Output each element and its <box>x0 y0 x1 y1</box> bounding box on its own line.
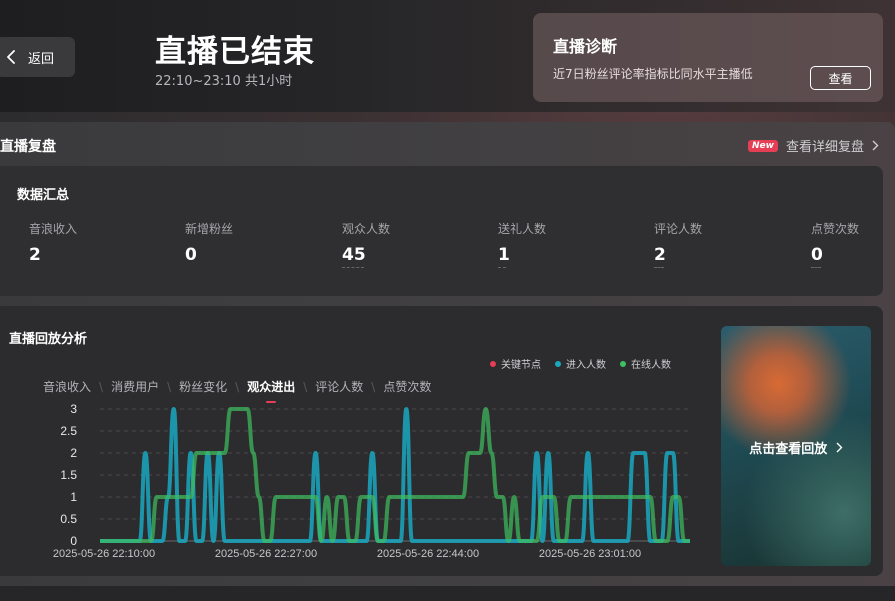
metric-underline <box>654 267 664 268</box>
metric-label: 点赞次数 <box>811 222 860 236</box>
x-tick-label: 2025-05-26 22:10:00 <box>53 548 155 560</box>
replay-analysis-title: 直播回放分析 <box>9 332 88 347</box>
back-label: 返回 <box>28 51 55 67</box>
legend-item-online[interactable]: 在线人数 <box>620 356 671 371</box>
legend-item-key-node[interactable]: 关键节点 <box>490 356 541 371</box>
y-tick-label: 2.5 <box>60 424 77 438</box>
replay-thumbnail-card[interactable]: 点击查看回放 <box>721 326 871 566</box>
metric-viewers[interactable]: 观众人数 45 <box>342 220 390 268</box>
x-tick-label: 2025-05-26 22:27:00 <box>215 548 317 560</box>
legend-label: 进入人数 <box>566 360 606 371</box>
y-tick-label: 3 <box>70 402 77 416</box>
metric-value: 2 <box>654 245 666 265</box>
x-tick-label: 2025-05-26 23:01:00 <box>539 548 641 560</box>
metric-label: 音浪收入 <box>29 222 78 236</box>
legend-label: 在线人数 <box>631 360 671 371</box>
data-summary-title: 数据汇总 <box>17 188 70 203</box>
diagnosis-card: 直播诊断 近7日粉丝评论率指标比同水平主播低 查看 <box>533 13 883 102</box>
metric-label: 观众人数 <box>342 222 391 236</box>
tab-separator: \ <box>167 379 172 394</box>
metric-new-fans: 新增粉丝 0 <box>185 220 233 265</box>
metric-value: 2 <box>29 245 41 265</box>
metric-value: 1 <box>498 245 510 265</box>
live-status-title: 直播已结束 <box>155 34 315 70</box>
metric-underline <box>342 267 364 268</box>
tab-likes[interactable]: 点赞次数 <box>383 378 431 395</box>
legend-dot <box>555 360 561 367</box>
metric-sound-wave-income: 音浪收入 2 <box>29 220 77 265</box>
metric-underline <box>498 267 506 268</box>
chevron-left-icon <box>7 50 15 64</box>
tab-sound-wave-income[interactable]: 音浪收入 <box>43 378 91 395</box>
metric-label: 评论人数 <box>654 222 703 236</box>
metric-value: 45 <box>342 245 366 265</box>
x-tick-label: 2025-05-26 22:44:00 <box>377 548 479 560</box>
tab-separator: \ <box>371 379 376 394</box>
y-tick-label: 0.5 <box>60 512 77 526</box>
back-button[interactable]: 返回 <box>0 37 75 77</box>
detailed-review-link[interactable]: New 查看详细复盘 <box>748 136 879 155</box>
y-tick-label: 1.5 <box>60 468 77 482</box>
replay-label: 点击查看回放 <box>749 442 828 457</box>
metric-value: 0 <box>811 245 823 265</box>
tab-separator: \ <box>235 379 240 394</box>
legend-item-entries[interactable]: 进入人数 <box>555 356 606 371</box>
legend-dot <box>620 360 626 367</box>
tab-separator: \ <box>303 379 308 394</box>
y-tick-label: 0 <box>70 534 77 548</box>
metric-commenters[interactable]: 评论人数 2 <box>654 220 702 268</box>
y-tick-label: 1 <box>70 490 77 504</box>
chart-legend: 关键节点 进入人数 在线人数 <box>490 356 671 371</box>
metric-underline <box>811 267 821 268</box>
replay-link[interactable]: 点击查看回放 <box>721 438 871 457</box>
metric-label: 新增粉丝 <box>185 222 234 236</box>
diagnosis-description: 近7日粉丝评论率指标比同水平主播低 <box>553 67 753 81</box>
data-summary-card <box>0 166 883 296</box>
review-title: 直播复盘 <box>0 139 56 155</box>
metric-gift-senders[interactable]: 送礼人数 1 <box>498 220 546 268</box>
tab-commenters[interactable]: 评论人数 <box>315 378 363 395</box>
metric-label: 送礼人数 <box>498 222 547 236</box>
detailed-review-label: 查看详细复盘 <box>785 140 864 155</box>
tab-viewer-flow[interactable]: 观众进出 <box>247 378 295 403</box>
live-time-range: 22:10~23:10 共1小时 <box>155 74 293 89</box>
bottom-strip <box>0 586 895 601</box>
series-line-entries[interactable] <box>99 407 690 543</box>
legend-label: 关键节点 <box>501 360 541 371</box>
analysis-tabs: 音浪收入 \ 消费用户 \ 粉丝变化 \ 观众进出 \ 评论人数 \ 点赞次数 <box>43 378 431 403</box>
diagnosis-view-button[interactable]: 查看 <box>810 66 871 90</box>
y-tick-label: 2 <box>70 446 77 460</box>
chevron-right-icon <box>836 442 843 453</box>
metric-likes[interactable]: 点赞次数 0 <box>811 220 859 268</box>
tab-paying-users[interactable]: 消费用户 <box>111 378 159 395</box>
tab-fan-changes[interactable]: 粉丝变化 <box>179 378 227 395</box>
legend-dot <box>490 360 496 367</box>
viewer-flow-line-chart[interactable]: 0 0.5 1 1.5 2 2.5 3 2025-05-26 22:10:00 2025-05-… <box>0 398 710 563</box>
new-badge: New <box>748 139 778 152</box>
tab-separator: \ <box>99 379 104 394</box>
diagnosis-title: 直播诊断 <box>553 37 618 56</box>
chevron-right-icon <box>872 140 879 151</box>
metric-value: 0 <box>185 245 197 265</box>
